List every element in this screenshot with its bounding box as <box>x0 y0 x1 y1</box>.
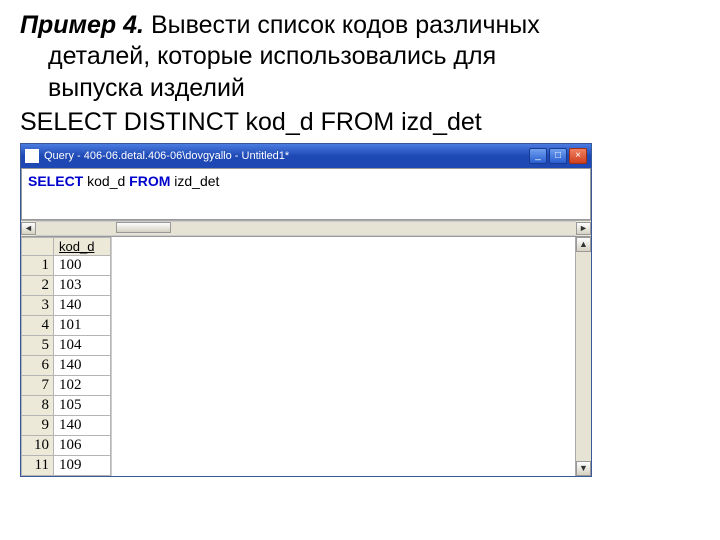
editor-hscroll[interactable]: ◄ ► <box>21 220 591 236</box>
maximize-button[interactable]: □ <box>549 148 567 164</box>
close-button[interactable]: × <box>569 148 587 164</box>
table-row[interactable]: 8105 <box>22 395 111 415</box>
table-row[interactable]: 7102 <box>22 375 111 395</box>
kw-from: FROM <box>129 173 170 189</box>
outer-sql: SELECT DISTINCT kod_d FROM izd_det <box>20 108 700 137</box>
result-grid-wrap: kod_d 1100 2103 3140 4101 5104 6140 7102… <box>21 236 591 476</box>
scroll-right-icon[interactable]: ► <box>576 222 591 235</box>
example-label: Пример 4. <box>20 11 144 39</box>
app-icon <box>25 149 39 163</box>
corner-cell <box>22 237 54 255</box>
table-row[interactable]: 11109 <box>22 455 111 475</box>
query-window: Query - 406-06.detal.406-06\dovgyallo - … <box>20 143 592 477</box>
kw-select: SELECT <box>28 173 83 189</box>
tbl-token: izd_det <box>170 173 219 189</box>
hscroll-thumb[interactable] <box>116 222 171 233</box>
table-row[interactable]: 2103 <box>22 275 111 295</box>
grid-vscroll[interactable]: ▲ ▼ <box>575 237 591 476</box>
col-token: kod_d <box>83 173 129 189</box>
scroll-left-icon[interactable]: ◄ <box>21 222 36 235</box>
heading-l1: Вывести список кодов различных <box>144 11 540 39</box>
heading-block: Пример 4. Вывести список кодов различных… <box>20 10 700 104</box>
scroll-down-icon[interactable]: ▼ <box>576 461 591 476</box>
heading-l3: выпуска изделий <box>20 74 245 102</box>
window-buttons: _ □ × <box>529 148 587 164</box>
table-row[interactable]: 9140 <box>22 415 111 435</box>
titlebar[interactable]: Query - 406-06.detal.406-06\dovgyallo - … <box>21 144 591 168</box>
result-grid[interactable]: kod_d 1100 2103 3140 4101 5104 6140 7102… <box>21 237 111 476</box>
table-row[interactable]: 3140 <box>22 295 111 315</box>
vscroll-track[interactable] <box>576 252 591 461</box>
table-header-row: kod_d <box>22 237 111 255</box>
scroll-up-icon[interactable]: ▲ <box>576 237 591 252</box>
table-row[interactable]: 6140 <box>22 355 111 375</box>
table-row[interactable]: 1100 <box>22 255 111 275</box>
grid-blank-area <box>111 237 575 476</box>
table-row[interactable]: 4101 <box>22 315 111 335</box>
window-title: Query - 406-06.detal.406-06\dovgyallo - … <box>44 150 529 162</box>
sql-editor[interactable]: SELECT kod_d FROM izd_det <box>21 168 591 220</box>
minimize-button[interactable]: _ <box>529 148 547 164</box>
col-header[interactable]: kod_d <box>54 237 111 255</box>
hscroll-track[interactable] <box>36 221 576 236</box>
table-row[interactable]: 5104 <box>22 335 111 355</box>
table-row[interactable]: 10106 <box>22 435 111 455</box>
heading-l2: деталей, которые использовались для <box>20 42 496 70</box>
